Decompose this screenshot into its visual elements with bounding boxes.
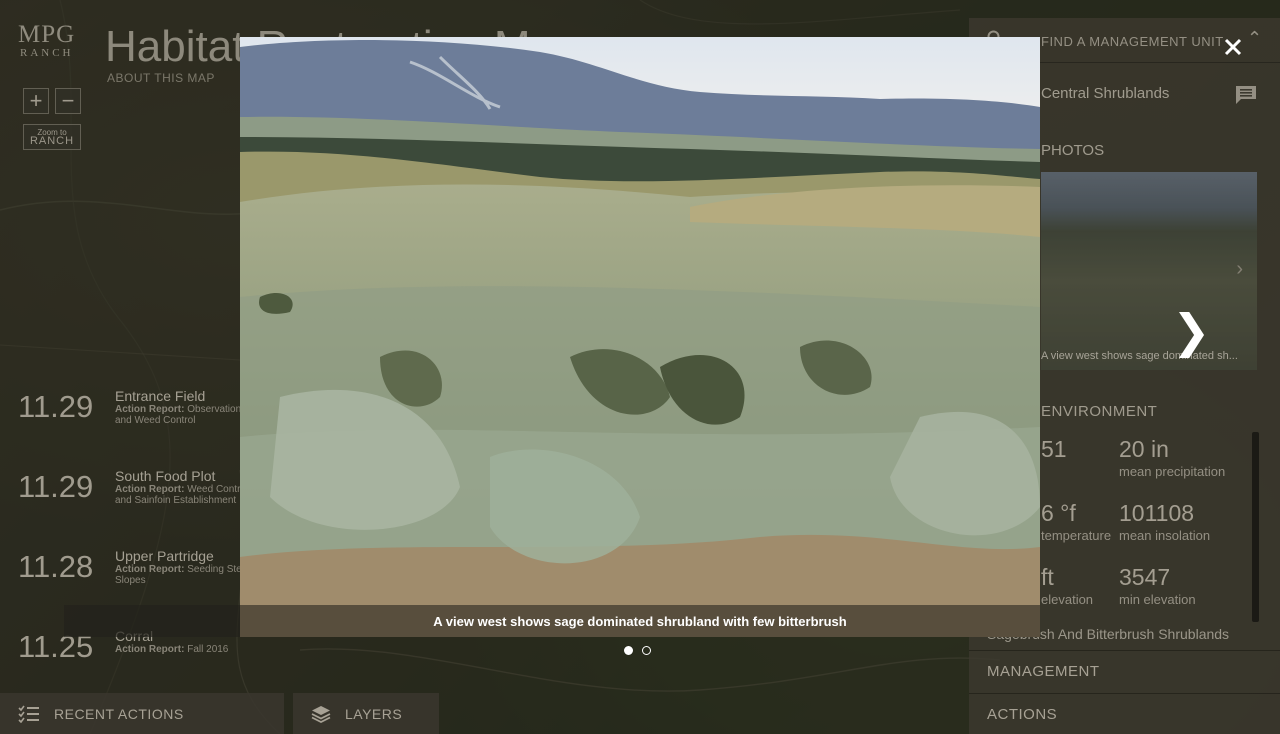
slide-dot-2[interactable] (642, 646, 651, 655)
next-slide-button[interactable]: ❯ (1172, 306, 1211, 356)
slide-pagination (624, 646, 651, 655)
caption-bar: A view west shows sage dominated shrubla… (240, 605, 1040, 637)
photo-caption: A view west shows sage dominated shrubla… (433, 613, 847, 629)
lightbox-photo: A view west shows sage dominated shrubla… (240, 37, 1040, 637)
slide-dot-1[interactable] (624, 646, 633, 655)
close-icon[interactable] (1222, 36, 1244, 58)
landscape-photo (240, 37, 1040, 637)
